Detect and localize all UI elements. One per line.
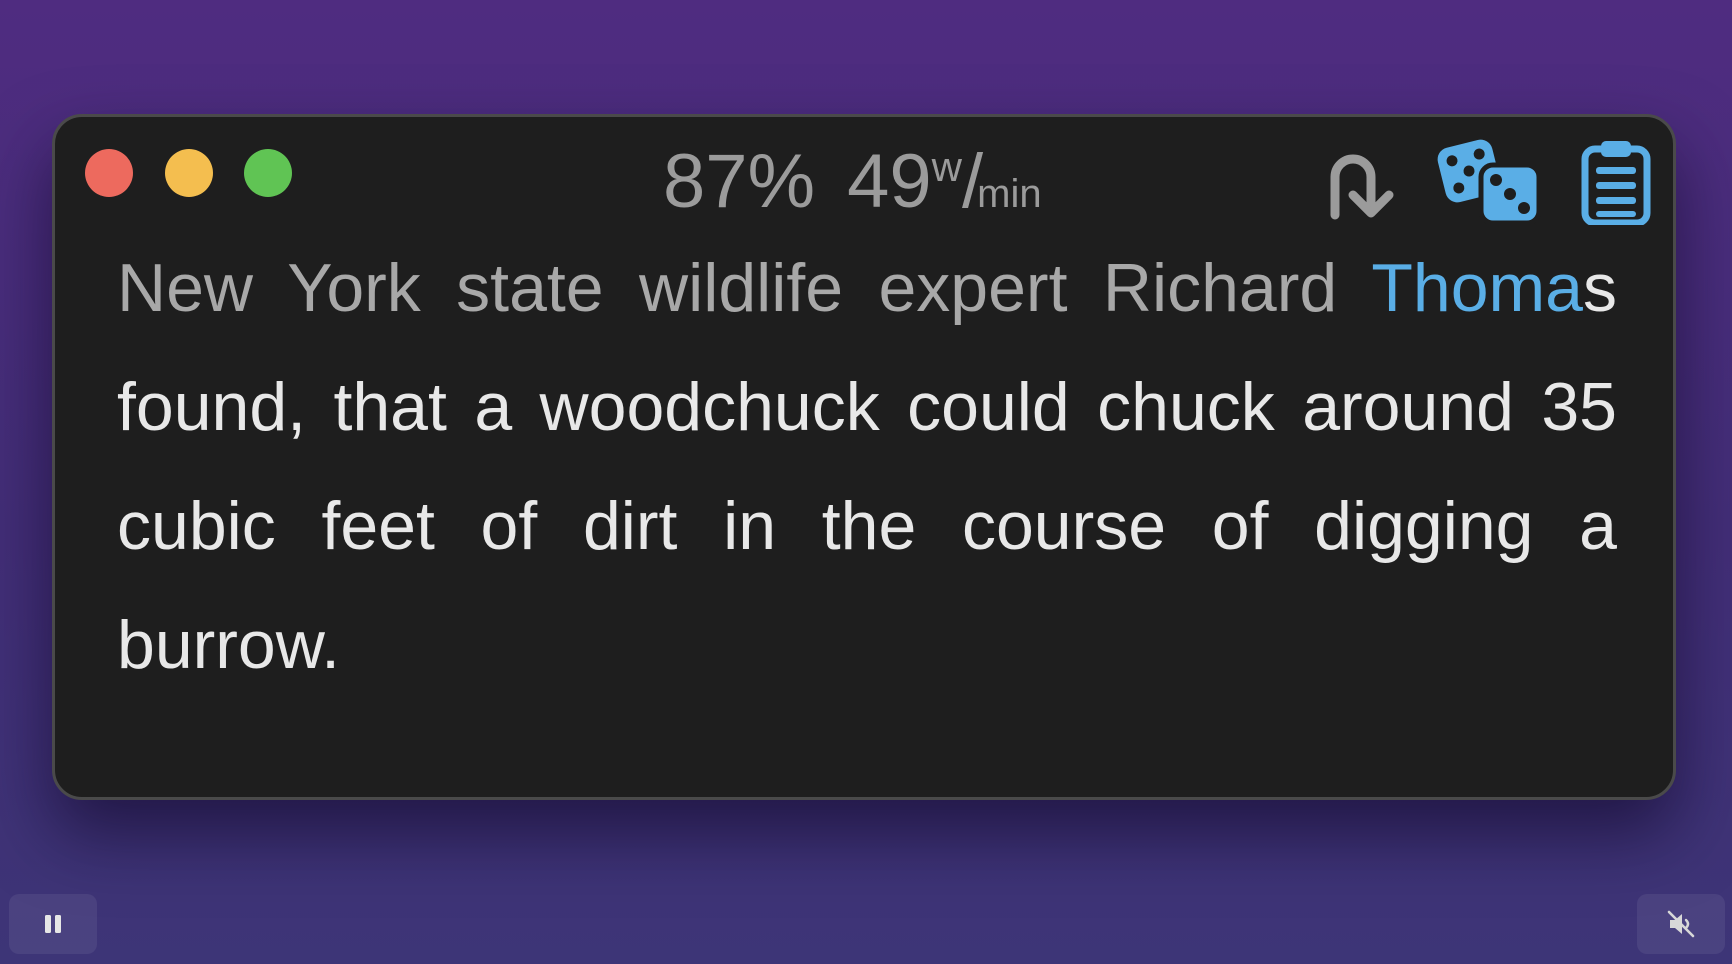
muted-speaker-icon xyxy=(1667,910,1695,938)
read-text: New York state wildlife expert Richard xyxy=(117,250,1372,326)
speed-value: 49 xyxy=(847,139,932,224)
clipboard-icon[interactable] xyxy=(1579,137,1653,225)
dice-icon[interactable] xyxy=(1435,135,1545,227)
speed-unit-min: min xyxy=(977,172,1042,216)
progress-percent: 87% xyxy=(663,139,816,224)
rewind-arrow-icon[interactable] xyxy=(1327,145,1405,221)
minimize-icon[interactable] xyxy=(165,149,213,197)
reader-window: 87% 49w/min New York state wildlife exper… xyxy=(52,114,1676,800)
reading-text: New York state wildlife expert Richard T… xyxy=(117,229,1617,705)
pause-button[interactable] xyxy=(9,894,97,954)
speed-unit-slash: / xyxy=(962,139,983,224)
reading-stats: 87% 49w/min xyxy=(663,142,1042,222)
zoom-icon[interactable] xyxy=(244,149,292,197)
mute-button[interactable] xyxy=(1637,894,1725,954)
speed-unit-words: w xyxy=(931,143,963,190)
close-icon[interactable] xyxy=(85,149,133,197)
pause-icon xyxy=(45,915,61,933)
current-word-highlight: Thoma xyxy=(1371,250,1583,326)
